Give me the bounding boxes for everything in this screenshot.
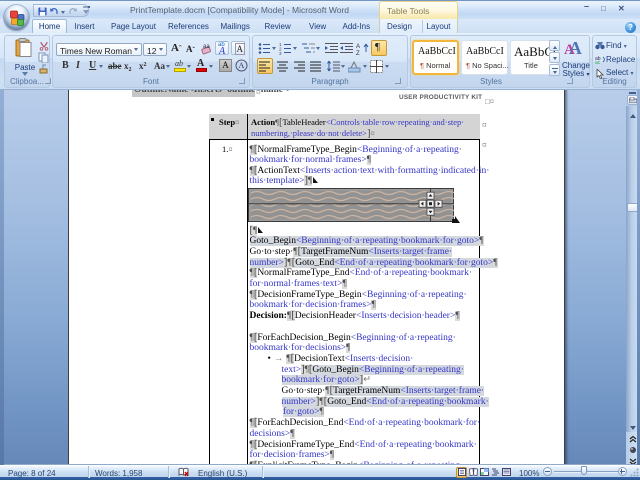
- svg-text:ac: ac: [595, 60, 601, 64]
- svg-text:3: 3: [279, 51, 282, 55]
- svg-text:Z: Z: [356, 51, 360, 55]
- svg-text:A: A: [239, 61, 245, 70]
- svg-text:A: A: [356, 44, 360, 50]
- svg-text:aa: aa: [203, 44, 210, 50]
